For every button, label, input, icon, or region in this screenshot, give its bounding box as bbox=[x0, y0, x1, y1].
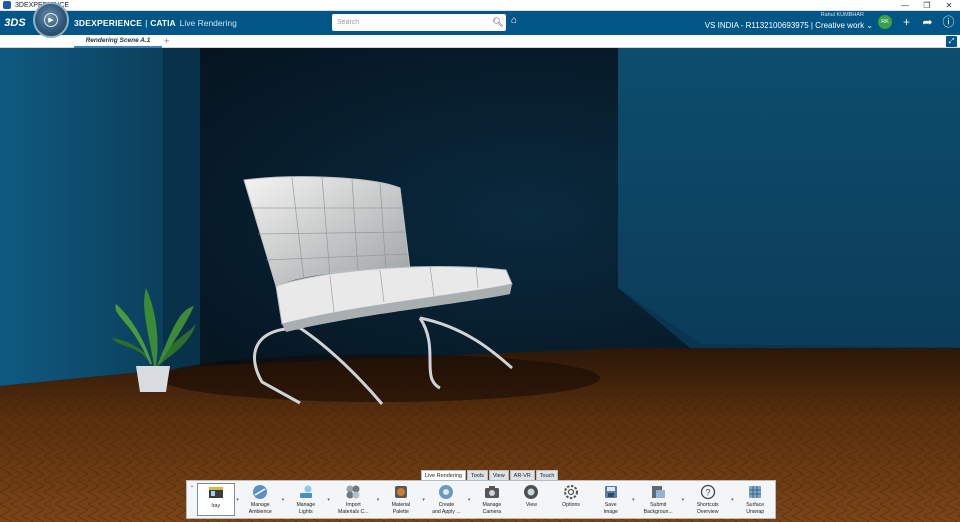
import-materials-label: Import Materials C... bbox=[338, 502, 369, 515]
search-box[interactable]: 🔍︎ bbox=[332, 14, 506, 31]
compass-play-icon[interactable]: ▶ bbox=[44, 13, 58, 27]
manage-lights-label: Manage Lights bbox=[296, 502, 316, 515]
iray-button[interactable]: Iray bbox=[196, 483, 235, 516]
compass-icon[interactable]: ▶ bbox=[33, 2, 69, 38]
plus-icon[interactable]: + bbox=[899, 14, 914, 31]
search-icon[interactable]: 🔍︎ bbox=[490, 17, 506, 28]
avatar[interactable]: RK bbox=[878, 15, 892, 29]
manage-camera-button[interactable]: Manage Camera bbox=[472, 481, 512, 518]
view-icon bbox=[523, 484, 539, 500]
brand-separator: | bbox=[145, 18, 148, 28]
create-apply-button[interactable]: Create and Apply ... bbox=[427, 481, 467, 518]
surface-unwrap-button[interactable]: Surface Unwrap bbox=[735, 481, 775, 518]
save-image-icon bbox=[603, 484, 619, 500]
iray-label: Iray bbox=[211, 503, 221, 509]
options-gear-icon bbox=[563, 484, 579, 500]
iray-icon bbox=[208, 485, 224, 501]
view-label: View bbox=[525, 502, 538, 508]
surface-unwrap-label: Surface Unwrap bbox=[746, 502, 765, 515]
shortcuts-overview-label: Shortcuts Overview bbox=[696, 502, 719, 515]
top-actions: + ➦ ⓘ bbox=[899, 14, 956, 31]
minimize-button[interactable]: — bbox=[894, 0, 916, 11]
add-tab-button[interactable]: + bbox=[164, 35, 169, 47]
material-palette-icon bbox=[393, 484, 409, 500]
collapse-chevron-icon[interactable]: ⌄ bbox=[187, 481, 197, 518]
dassault-logo-icon[interactable]: 3DS bbox=[0, 11, 30, 35]
3d-viewport[interactable] bbox=[0, 48, 960, 522]
tag-icon[interactable]: ⌂ bbox=[511, 15, 517, 26]
import-materials-icon bbox=[345, 484, 361, 500]
manage-lights-button[interactable]: Manage Lights bbox=[286, 481, 326, 518]
manage-ambience-button[interactable]: Manage Ambience bbox=[240, 481, 280, 518]
3dexperience-app-icon bbox=[3, 1, 11, 9]
brand-module: Live Rendering bbox=[179, 18, 237, 28]
action-bar-tabs: Live Rendering Tools View AR-VR Touch bbox=[421, 470, 559, 480]
tab-view[interactable]: View bbox=[488, 470, 509, 480]
submit-background-button[interactable]: Submit Backgroun... bbox=[636, 481, 680, 518]
app-brand: 3DEXPERIENCE | CATIA Live Rendering bbox=[74, 11, 237, 35]
share-icon[interactable]: ➦ bbox=[920, 14, 935, 31]
ambience-icon bbox=[252, 484, 268, 500]
surface-unwrap-icon bbox=[747, 484, 763, 500]
help-icon[interactable]: ⓘ bbox=[941, 14, 956, 31]
manage-camera-label: Manage Camera bbox=[482, 502, 502, 515]
restore-button[interactable]: ❐ bbox=[916, 0, 938, 11]
tab-rendering-scene[interactable]: Rendering Scene A.1 bbox=[74, 35, 162, 48]
tab-ar-vr[interactable]: AR-VR bbox=[509, 470, 535, 480]
rendered-scene bbox=[0, 48, 960, 522]
shortcuts-overview-button[interactable]: ? Shortcuts Overview bbox=[686, 481, 730, 518]
submit-background-icon bbox=[650, 484, 666, 500]
options-label: Options bbox=[562, 502, 581, 508]
svg-text:?: ? bbox=[705, 488, 710, 498]
material-palette-button[interactable]: Material Palette bbox=[381, 481, 421, 518]
lights-icon bbox=[298, 484, 314, 500]
create-apply-icon bbox=[438, 484, 454, 500]
import-materials-button[interactable]: Import Materials C... bbox=[332, 481, 376, 518]
brand-main: 3DEXPERIENCE bbox=[74, 18, 143, 28]
material-palette-label: Material Palette bbox=[391, 502, 411, 515]
tab-tools[interactable]: Tools bbox=[467, 470, 488, 480]
options-button[interactable]: Options bbox=[551, 481, 591, 518]
brand-app: CATIA bbox=[150, 18, 176, 28]
view-button[interactable]: View bbox=[512, 481, 552, 518]
shortcuts-help-icon: ? bbox=[700, 484, 716, 500]
create-apply-label: Create and Apply ... bbox=[432, 502, 461, 515]
user-name: Rahul KUMBHAR bbox=[820, 12, 864, 18]
camera-icon bbox=[484, 484, 500, 500]
top-app-bar: 3DS 3DEXPERIENCE | CATIA Live Rendering … bbox=[0, 11, 960, 35]
window-title-bar: 3DEXPERIENCE — ❐ ✕ bbox=[0, 0, 960, 11]
save-image-label: Save Image bbox=[603, 502, 618, 515]
submit-background-label: Submit Backgroun... bbox=[643, 502, 673, 515]
tab-live-rendering[interactable]: Live Rendering bbox=[421, 470, 466, 480]
collaborative-space-selector[interactable]: VS INDIA - R1132100693975 | Creative wor… bbox=[705, 21, 873, 30]
fullscreen-toggle-icon[interactable]: ⤢ bbox=[946, 36, 957, 47]
close-button[interactable]: ✕ bbox=[938, 0, 960, 11]
search-input[interactable] bbox=[332, 19, 490, 26]
window-controls: — ❐ ✕ bbox=[894, 0, 960, 11]
manage-ambience-label: Manage Ambience bbox=[248, 502, 272, 515]
tab-strip: Rendering Scene A.1 + ⤢ bbox=[0, 35, 960, 48]
action-bar: ⌄ Iray ▾ Manage Ambience ▾ Manage Lights… bbox=[186, 480, 776, 519]
tab-touch[interactable]: Touch bbox=[535, 470, 559, 480]
save-image-button[interactable]: Save Image bbox=[591, 481, 631, 518]
